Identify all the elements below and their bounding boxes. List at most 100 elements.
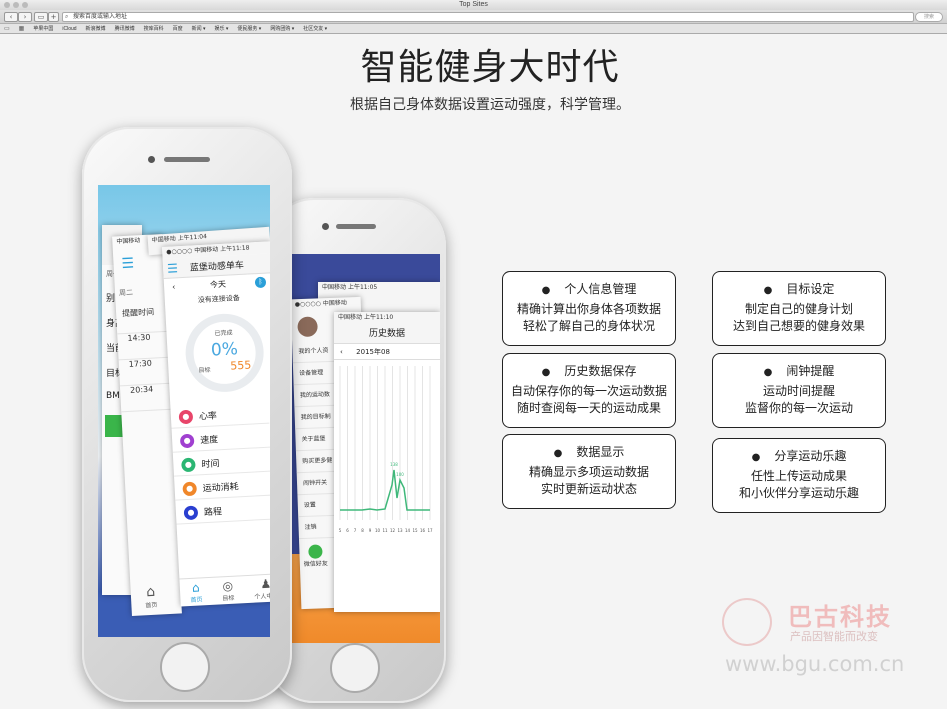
browser-toolbar: ‹ › ▭ + ⌕ 搜索百度或输入地址 搜索 bbox=[0, 10, 947, 24]
goal-value: 555 bbox=[229, 358, 252, 373]
feature-row[interactable]: ● 运动消耗 bbox=[174, 473, 270, 501]
bluetooth-icon[interactable]: ᛒ bbox=[254, 276, 267, 289]
bookmark-item[interactable]: 搜库百科 bbox=[144, 25, 164, 32]
address-bar[interactable]: ⌕ 搜索百度或输入地址 bbox=[62, 12, 914, 22]
feature-label: 时间 bbox=[201, 459, 220, 471]
feature-label: 路程 bbox=[203, 507, 223, 519]
watermark-logo bbox=[722, 598, 772, 646]
address-placeholder: 搜索百度或输入地址 bbox=[73, 14, 128, 20]
watermark-slogan: 产品因智能而改变 bbox=[790, 630, 878, 643]
feature-title: 目标设定 bbox=[713, 280, 885, 297]
phone-right-screen: 中国移动 上午11:05 ●○○○○ 中国移动 我的个人资 设备管理 我的运动数 我的… bbox=[288, 254, 440, 643]
feature-title: 闹钟提醒 bbox=[713, 362, 885, 379]
bookmark-item[interactable]: 苹果中国 bbox=[33, 25, 53, 32]
bookmark-item[interactable]: 百度 bbox=[173, 25, 183, 32]
feature-line: 随时查阅每一天的运动成果 bbox=[516, 401, 661, 415]
x-tick-label: 17 bbox=[427, 528, 433, 533]
bookmark-item[interactable]: 便民服务 ▾ bbox=[237, 25, 261, 32]
history-card: 中国移动 上午11:10 历史数据 ‹ 2015年08 5 6 7 8 9 10 11 12 1… bbox=[334, 312, 440, 612]
feature-title: 个人信息管理 bbox=[503, 280, 675, 297]
minimize-dot[interactable] bbox=[13, 2, 19, 8]
bookmark-item[interactable]: 社区交友 ▾ bbox=[303, 25, 327, 32]
feature-line: 自动保存你的每一次运动数据 bbox=[510, 384, 667, 398]
bookmark-item[interactable]: 腾讯微博 bbox=[115, 25, 135, 32]
close-dot[interactable] bbox=[4, 2, 10, 8]
home-button bbox=[330, 643, 380, 693]
feature-line: 监督你的每一次运动 bbox=[744, 401, 853, 415]
back-button[interactable]: ‹ bbox=[4, 12, 18, 22]
feature-line: 达到自己想要的健身效果 bbox=[732, 319, 865, 333]
user-icon: ♟ bbox=[260, 576, 270, 592]
home-icon: ⌂ bbox=[191, 580, 201, 595]
bottom-tabbar: ⌂ 首页 ◎ 目标 ♟ 个人中心 bbox=[179, 572, 270, 607]
feature-title: 分享运动乐趣 bbox=[713, 447, 885, 464]
x-tick-label: 13 bbox=[397, 528, 403, 533]
feature-line: 精确显示多项运动数据 bbox=[528, 465, 649, 479]
tab-profile[interactable]: ♟ 个人中心 bbox=[253, 576, 270, 602]
x-tick-label: 7 bbox=[354, 528, 357, 533]
feature-profile: 个人信息管理 精确计算出你身体各项数据 轻松了解自己的身体状况 bbox=[502, 271, 676, 346]
goal-label: 目标 bbox=[198, 366, 211, 375]
forward-button[interactable]: › bbox=[18, 12, 32, 22]
prev-arrow[interactable]: ‹ bbox=[340, 348, 343, 356]
window-controls[interactable] bbox=[4, 2, 28, 8]
zoom-dot[interactable] bbox=[22, 2, 28, 8]
feature-label: 心率 bbox=[198, 411, 218, 423]
feature-title: 历史数据保存 bbox=[503, 362, 675, 379]
menu-icon[interactable]: ☰ bbox=[167, 261, 178, 276]
feature-display: 数据显示 精确显示多项运动数据 实时更新运动状态 bbox=[502, 434, 676, 509]
flame-icon: ● bbox=[182, 481, 198, 496]
speed-icon: ● bbox=[179, 433, 195, 448]
bookmark-item[interactable]: 新闻 ▾ bbox=[192, 25, 206, 32]
reminder-time[interactable]: 14:30 bbox=[117, 331, 169, 361]
reminder-time[interactable]: 17:30 bbox=[118, 357, 170, 387]
watermark-url: www.bgu.com.cn bbox=[725, 652, 905, 676]
feature-line: 实时更新运动状态 bbox=[540, 482, 637, 496]
feature-row[interactable]: ● 速度 bbox=[171, 425, 270, 453]
tab-goal[interactable]: ◎ 目标 bbox=[221, 579, 234, 605]
feature-line: 精确计算出你身体各项数据 bbox=[516, 302, 661, 316]
wechat-icon bbox=[308, 544, 323, 559]
feature-label: 速度 bbox=[199, 435, 219, 447]
window-title: Top Sites bbox=[459, 1, 488, 8]
feature-line: 任性上传运动成果 bbox=[750, 469, 847, 483]
avatar[interactable] bbox=[297, 316, 318, 338]
x-tick-label: 14 bbox=[405, 528, 411, 533]
reading-list-icon[interactable]: ▭ bbox=[4, 25, 10, 32]
share-wechat[interactable]: 微信好友 bbox=[303, 544, 328, 568]
bookmarks-bar: ▭ ▦ 苹果中国 iCloud 新浪微博 腾讯微博 搜库百科 百度 新闻 ▾ 娱… bbox=[0, 24, 947, 34]
status-bar: 中国移动 上午11:05 bbox=[322, 284, 378, 291]
sidebar-icon[interactable]: ▭ bbox=[34, 12, 48, 22]
add-tab-button[interactable]: + bbox=[48, 12, 59, 22]
prev-arrow[interactable]: ‹ bbox=[172, 278, 176, 296]
camera bbox=[322, 223, 329, 230]
x-tick-label: 8 bbox=[361, 528, 364, 533]
search-field[interactable]: 搜索 bbox=[915, 12, 943, 22]
feature-row[interactable]: ● 路程 bbox=[175, 497, 270, 525]
feature-goal: 目标设定 制定自己的健身计划 达到自己想要的健身效果 bbox=[712, 271, 886, 346]
bookmark-item[interactable]: iCloud bbox=[62, 26, 76, 32]
heart-icon: ● bbox=[178, 409, 194, 424]
feature-line: 制定自己的健身计划 bbox=[744, 302, 853, 316]
history-date-row: ‹ 2015年08 bbox=[334, 344, 440, 360]
x-tick-label: 15 bbox=[412, 528, 418, 533]
tab-home-back[interactable]: ⌂ 首页 bbox=[144, 584, 157, 610]
camera bbox=[148, 156, 155, 163]
speaker bbox=[164, 157, 210, 162]
peak-label: 138 bbox=[390, 462, 398, 467]
day-label: 周二 bbox=[118, 288, 134, 298]
feature-row[interactable]: ● 心率 bbox=[170, 401, 270, 429]
tab-home[interactable]: ⌂ 首页 bbox=[190, 580, 203, 606]
top-sites-icon[interactable]: ▦ bbox=[19, 25, 25, 32]
history-chart: 5 6 7 8 9 10 11 12 13 14 15 16 17 138 100 bbox=[339, 366, 433, 533]
x-tick-label: 9 bbox=[369, 528, 372, 533]
bookmark-item[interactable]: 娱乐 ▾ bbox=[215, 25, 229, 32]
bookmark-item[interactable]: 网购团购 ▾ bbox=[270, 25, 294, 32]
reminder-time[interactable]: 20:34 bbox=[119, 383, 172, 413]
x-tick-label: 16 bbox=[420, 528, 426, 533]
feature-row[interactable]: ● 时间 bbox=[172, 449, 270, 477]
feature-history: 历史数据保存 自动保存你的每一次运动数据 随时查阅每一天的运动成果 bbox=[502, 353, 676, 428]
x-tick-label: 12 bbox=[390, 528, 396, 533]
reminder-label: 提醒时间 bbox=[115, 305, 168, 335]
bookmark-item[interactable]: 新浪微博 bbox=[86, 25, 106, 32]
